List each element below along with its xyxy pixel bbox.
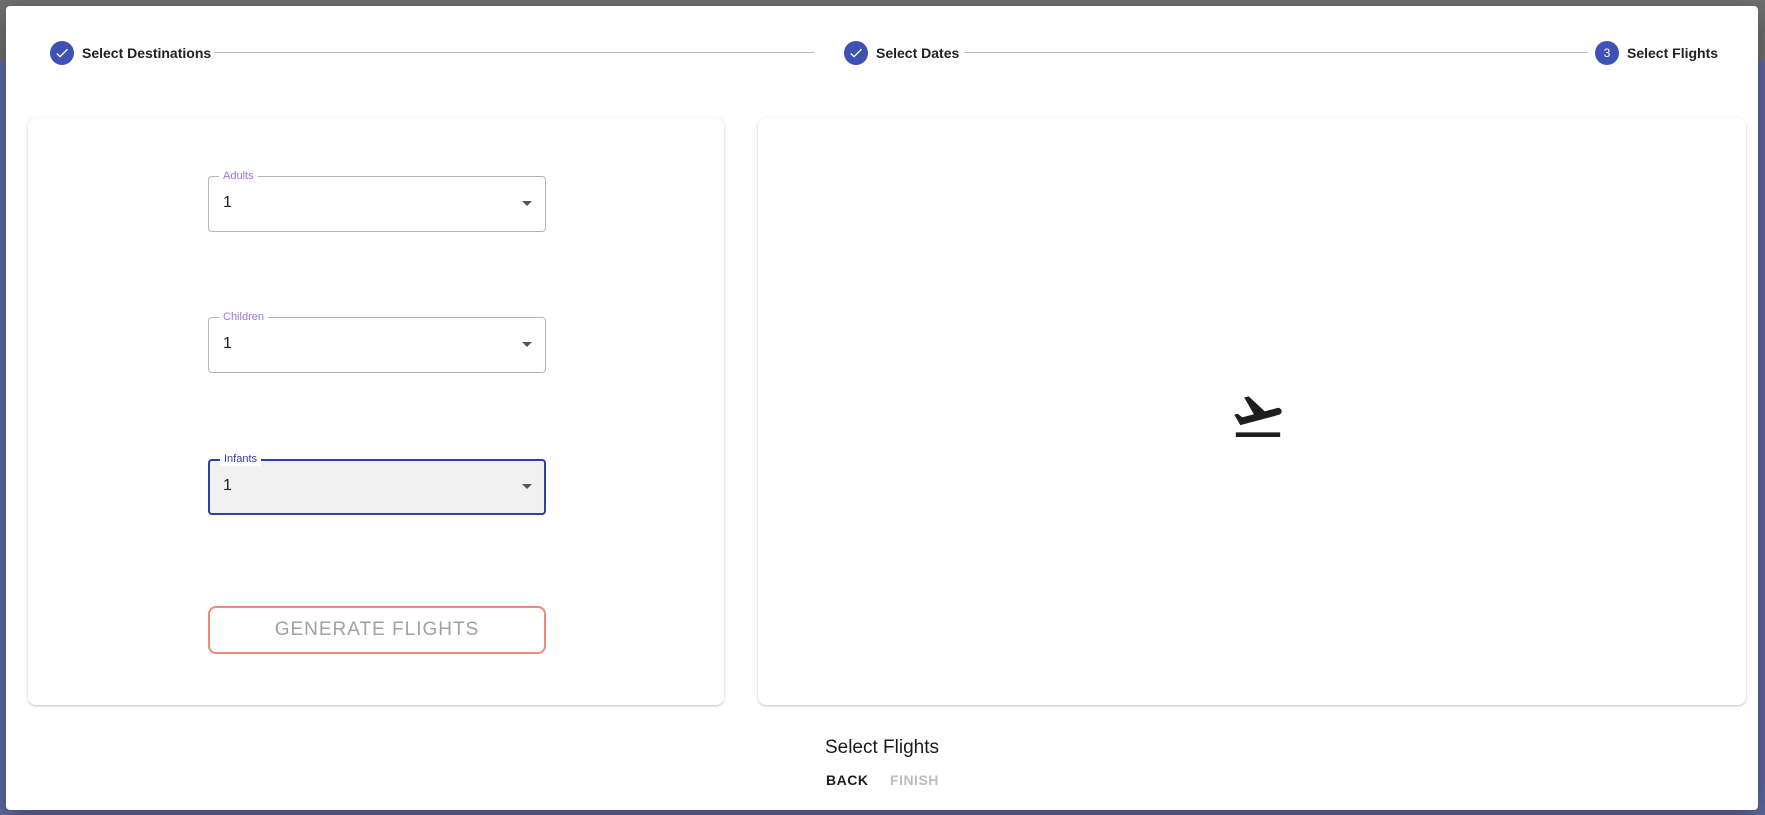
step-number: 3 [1595, 41, 1619, 65]
children-value: 1 [223, 335, 232, 352]
children-select[interactable]: Children 1 [208, 310, 546, 373]
flight-takeoff-icon [1234, 396, 1282, 437]
dropdown-arrow-icon [522, 201, 532, 206]
dropdown-arrow-icon [522, 342, 532, 347]
step-connector [964, 52, 1588, 53]
step-connector [214, 52, 814, 53]
footer-actions: BACK FINISH [6, 772, 1758, 792]
step-select-dates[interactable]: Select Dates [844, 41, 959, 65]
step-select-destinations[interactable]: Select Destinations [50, 41, 211, 65]
dropdown-arrow-icon [522, 484, 532, 489]
infants-value: 1 [223, 477, 232, 494]
adults-label: Adults [219, 169, 258, 183]
step-select-flights[interactable]: 3 Select Flights [1595, 41, 1718, 65]
flight-stepper-dialog: Select Destinations Select Dates 3 Selec… [6, 6, 1758, 810]
infants-select[interactable]: Infants 1 [208, 452, 546, 515]
adults-value: 1 [223, 194, 232, 211]
infants-label: Infants [220, 452, 262, 466]
step-label: Select Dates [876, 45, 960, 61]
generate-flights-button[interactable]: GENERATE FLIGHTS [208, 606, 546, 654]
children-label: Children [219, 310, 268, 324]
finish-button[interactable]: FINISH [890, 772, 939, 788]
stepper: Select Destinations Select Dates 3 Selec… [6, 6, 1758, 106]
passenger-form-card: Adults 1 Children 1 Infants 1 GENERATE F… [28, 118, 724, 705]
step-label: Select Flights [1627, 45, 1719, 61]
adults-select[interactable]: Adults 1 [208, 169, 546, 232]
flights-results-card [758, 118, 1746, 705]
footer-title: Select Flights [824, 737, 940, 758]
check-icon [50, 41, 74, 65]
back-button[interactable]: BACK [826, 772, 868, 788]
check-icon [844, 41, 868, 65]
step-label: Select Destinations [82, 45, 212, 61]
